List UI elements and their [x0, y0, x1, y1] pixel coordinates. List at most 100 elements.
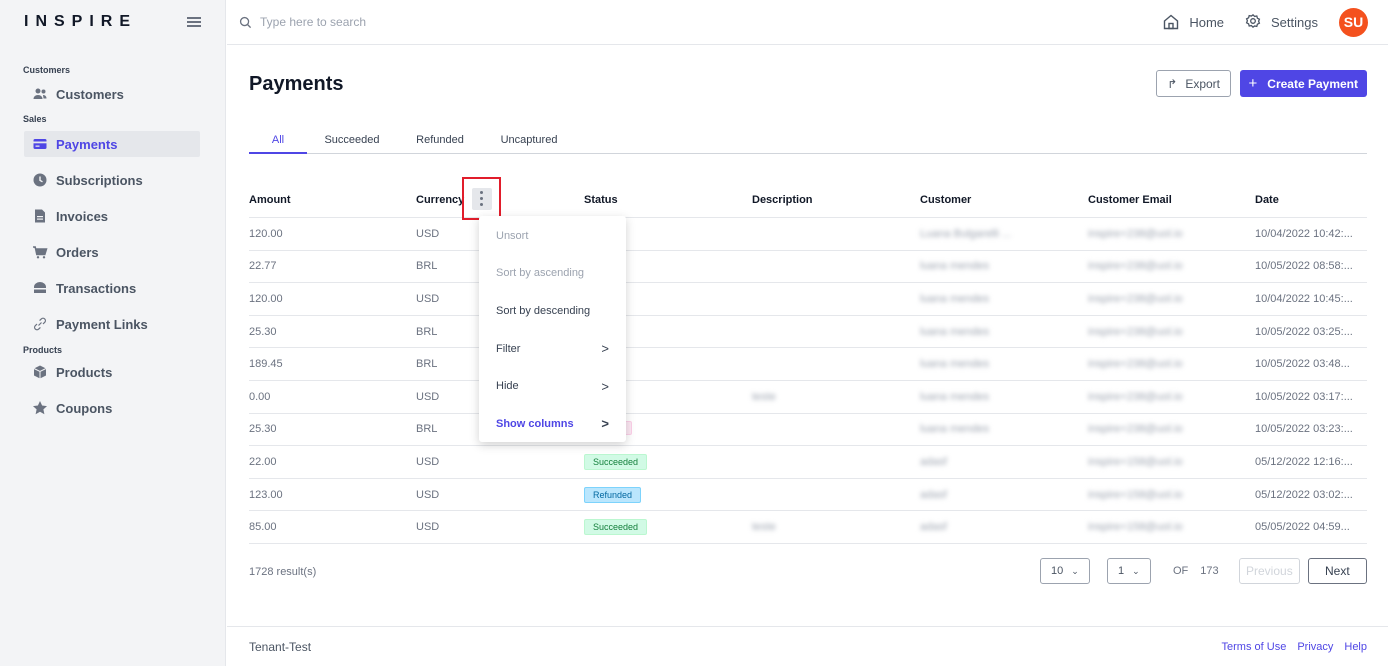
star-icon — [24, 400, 56, 416]
total-pages: 173 — [1200, 565, 1219, 577]
search-bar[interactable] — [239, 15, 560, 29]
logo[interactable]: INSPIRE — [24, 13, 137, 31]
column-header-customer-email[interactable]: Customer Email — [1088, 194, 1255, 206]
menu-item-unsort[interactable]: Unsort — [479, 217, 626, 255]
cart-icon — [24, 244, 56, 260]
table-row[interactable]: 120.00 USD ded luana mendes inspire+238@… — [249, 283, 1367, 316]
cell-customer: adasf — [920, 488, 947, 501]
chevron-down-icon: ⌄ — [1132, 565, 1140, 576]
menu-item-label: Sort by descending — [496, 304, 591, 317]
user-avatar[interactable]: SU — [1339, 7, 1368, 37]
cell-email: inspire+158@uol.io — [1088, 488, 1183, 501]
column-header-amount[interactable]: Amount — [249, 194, 416, 206]
menu-item-filter[interactable]: Filter > — [479, 330, 626, 368]
settings-label: Settings — [1271, 14, 1318, 30]
sidebar-item-label: Products — [56, 364, 113, 380]
create-payment-button[interactable]: + Create Payment — [1239, 70, 1367, 97]
cell-date: 05/05/2022 04:59... — [1255, 521, 1350, 534]
column-header-status[interactable]: Status — [584, 194, 752, 206]
page-dropdown[interactable]: 1 ⌄ — [1107, 558, 1151, 584]
sidebar-item-invoices[interactable]: Invoices — [24, 203, 201, 229]
table-row[interactable]: 25.30 BRL ded luana mendes inspire+238@u… — [249, 316, 1367, 349]
cell-date: 10/05/2022 08:58:... — [1255, 260, 1353, 273]
settings-link[interactable]: Settings — [1244, 13, 1318, 31]
search-input[interactable] — [260, 15, 560, 29]
table-row[interactable]: 25.30 BRL luana mendes inspire+238@uol.i… — [249, 414, 1367, 447]
column-header-description[interactable]: Description — [752, 194, 920, 206]
clock-icon — [24, 172, 56, 188]
help-link[interactable]: Help — [1344, 641, 1367, 653]
menu-item-label: Hide — [496, 380, 519, 393]
document-icon — [24, 208, 56, 224]
footer: Tenant-Test Terms of Use Privacy Help — [227, 626, 1388, 666]
menu-item-hide[interactable]: Hide > — [479, 367, 626, 405]
previous-button[interactable]: Previous — [1239, 558, 1300, 584]
table-row[interactable]: 22.00 USD Succeeded adasf inspire+158@uo… — [249, 446, 1367, 479]
tab-succeeded[interactable]: Succeeded — [307, 132, 397, 154]
sidebar-item-payment-links[interactable]: Payment Links — [24, 311, 201, 337]
section-label-customers: Customers — [23, 65, 71, 75]
menu-toggle-icon[interactable] — [187, 17, 201, 27]
link-icon — [24, 316, 56, 332]
terms-link[interactable]: Terms of Use — [1222, 641, 1287, 653]
sidebar-item-subscriptions[interactable]: Subscriptions — [24, 167, 201, 193]
next-button[interactable]: Next — [1308, 558, 1367, 584]
sidebar-item-label: Orders — [56, 244, 99, 260]
privacy-link[interactable]: Privacy — [1297, 641, 1333, 653]
page-size-select[interactable]: 10 ⌄ — [1040, 558, 1090, 584]
cell-status: Succeeded — [584, 453, 752, 470]
cell-email: inspire+238@uol.io — [1088, 292, 1183, 305]
export-label: Export — [1185, 76, 1220, 91]
cell-customer: luana mendes — [920, 260, 990, 273]
plus-icon: + — [1248, 75, 1258, 92]
column-menu-button[interactable] — [471, 187, 492, 210]
status-badge: Succeeded — [584, 453, 648, 470]
chevron-right-icon: > — [601, 378, 609, 394]
cell-date: 10/05/2022 03:17:... — [1255, 390, 1353, 403]
cell-currency: USD — [416, 455, 440, 468]
sidebar-item-label: Payments — [56, 136, 118, 152]
tab-uncaptured[interactable]: Uncaptured — [483, 132, 575, 154]
page-size-dropdown[interactable]: 10 ⌄ — [1040, 558, 1090, 584]
menu-item-show-columns[interactable]: Show columns > — [479, 405, 626, 443]
cell-customer: adasf — [920, 521, 947, 534]
section-label-sales: Sales — [23, 114, 47, 124]
table-row[interactable]: 123.00 USD Refunded adasf inspire+158@uo… — [249, 479, 1367, 512]
menu-item-sort-descending[interactable]: Sort by descending — [479, 292, 626, 330]
previous-wrap: Previous — [1239, 558, 1300, 584]
cell-amount: 22.00 — [249, 455, 277, 468]
table-row[interactable]: 85.00 USD Succeeded teste adasf inspire+… — [249, 511, 1367, 544]
table-row[interactable]: 120.00 USD ded Luana Bulgarelli ... insp… — [249, 218, 1367, 251]
page-total: OF 173 — [1173, 558, 1219, 584]
export-button[interactable]: ↱ Export — [1156, 70, 1231, 97]
cell-amount: 25.30 — [249, 423, 277, 436]
sidebar-item-products[interactable]: Products — [24, 359, 201, 385]
table-row[interactable]: 0.00 USD ded teste luana mendes inspire+… — [249, 381, 1367, 414]
gear-icon — [1245, 13, 1261, 29]
cell-amount: 0.00 — [249, 390, 271, 403]
page-select[interactable]: 1 ⌄ — [1107, 558, 1151, 584]
cell-description: teste — [752, 521, 776, 534]
sidebar-item-customers[interactable]: Customers — [24, 81, 201, 107]
sidebar-item-label: Subscriptions — [56, 172, 143, 188]
sidebar-item-transactions[interactable]: Transactions — [24, 275, 201, 301]
cell-email: inspire+238@uol.io — [1088, 423, 1183, 436]
footer-links: Terms of Use Privacy Help — [1211, 641, 1367, 653]
menu-item-sort-ascending[interactable]: Sort by ascending — [479, 255, 626, 293]
table-row[interactable]: 22.77 BRL ded luana mendes inspire+238@u… — [249, 251, 1367, 284]
sidebar-item-payments[interactable]: Payments — [24, 131, 200, 157]
sidebar-item-orders[interactable]: Orders — [24, 239, 201, 265]
tab-all[interactable]: All — [249, 132, 307, 154]
page-title: Payments — [249, 73, 344, 95]
top-header: Home Settings SU — [227, 0, 1388, 45]
table-row[interactable]: 189.45 BRL ded luana mendes inspire+238@… — [249, 348, 1367, 381]
sidebar-item-label: Coupons — [56, 400, 113, 416]
create-payment-label: Create Payment — [1267, 76, 1358, 91]
column-header-customer[interactable]: Customer — [920, 194, 1088, 206]
tab-refunded[interactable]: Refunded — [397, 132, 483, 154]
sidebar-item-label: Payment Links — [56, 316, 148, 332]
home-link[interactable]: Home — [1162, 13, 1224, 31]
sidebar-item-coupons[interactable]: Coupons — [24, 395, 201, 421]
sidebar-item-label: Invoices — [56, 208, 109, 224]
column-header-date[interactable]: Date — [1255, 194, 1367, 206]
